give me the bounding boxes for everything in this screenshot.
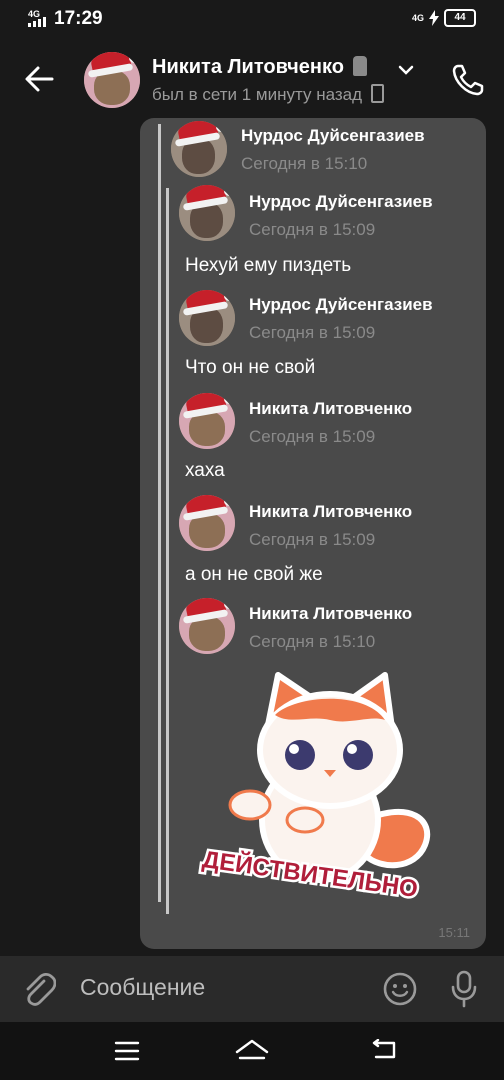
message-text: а он не свой же <box>185 564 323 585</box>
author-name: Никита Литовченко <box>249 399 413 418</box>
chevron-down-icon[interactable] <box>396 60 416 80</box>
message-date: Сегодня в 15:09 <box>249 220 376 239</box>
contact-status: был в сети 1 минуту назад <box>152 84 384 105</box>
status-right: 4G 44 <box>412 9 476 27</box>
contact-name[interactable]: Никита Литовченко <box>152 56 368 79</box>
author-name: Никита Литовченко <box>249 502 413 521</box>
charging-icon <box>429 10 439 26</box>
author-avatar <box>179 185 235 241</box>
author-avatar <box>171 121 227 177</box>
author-avatar <box>179 290 235 346</box>
contact-status-text: был в сети 1 минуту назад <box>152 85 363 104</box>
system-nav-bar <box>0 1022 504 1080</box>
mobile-phone-icon <box>370 84 384 103</box>
author-name: Никита Литовченко <box>249 604 413 623</box>
battery-indicator: 44 <box>444 9 476 27</box>
message-date: Сегодня в 15:09 <box>249 323 376 342</box>
chat-header: Никита Литовченко был в сети 1 минуту на… <box>0 40 504 120</box>
author-avatar <box>179 393 235 449</box>
forward-line-outer <box>158 124 161 902</box>
return-icon[interactable] <box>370 1039 398 1061</box>
smile-icon[interactable] <box>382 971 418 1007</box>
contact-avatar[interactable] <box>84 52 140 108</box>
status-time: 17:29 <box>54 8 103 29</box>
microphone-icon[interactable] <box>448 969 480 1009</box>
contact-name-text: Никита Литовченко <box>152 56 344 78</box>
message-input[interactable]: Сообщение <box>80 974 205 1001</box>
message-text: Нехуй ему пиздеть <box>185 255 352 276</box>
status-bar: 4G 17:29 4G 44 <box>0 0 504 40</box>
cat-sticker[interactable]: ДЕЙСТВИТЕЛЬНО <box>180 670 440 910</box>
forward-line-inner <box>166 188 169 914</box>
author-name: Нурдос Дуйсенгазиев <box>249 295 433 314</box>
author-avatar <box>179 598 235 654</box>
author-name: Нурдос Дуйсенгазиев <box>249 192 433 211</box>
author-name: Нурдос Дуйсенгазиев <box>241 126 425 145</box>
network-type-right: 4G <box>411 13 424 23</box>
message-date: Сегодня в 15:09 <box>249 530 376 549</box>
author-avatar <box>179 495 235 551</box>
home-icon[interactable] <box>234 1038 270 1062</box>
message-text: Что он не свой <box>185 357 316 378</box>
menu-icon[interactable] <box>114 1040 140 1062</box>
message-date: Сегодня в 15:10 <box>249 632 376 651</box>
message-composer: Сообщение <box>0 956 504 1022</box>
message-bubble[interactable]: Нурдос Дуйсенгазиев Сегодня в 15:10 Нурд… <box>140 118 486 949</box>
bubble-time: 15:11 <box>438 925 470 940</box>
paperclip-icon[interactable] <box>22 971 56 1007</box>
signal-icon <box>28 17 46 27</box>
message-text: хаха <box>185 460 225 481</box>
phone-icon[interactable] <box>450 62 486 98</box>
moai-emoji-icon <box>353 56 368 76</box>
arrow-left-icon[interactable] <box>22 62 56 96</box>
message-date: Сегодня в 15:10 <box>241 154 368 173</box>
message-date: Сегодня в 15:09 <box>249 427 376 446</box>
